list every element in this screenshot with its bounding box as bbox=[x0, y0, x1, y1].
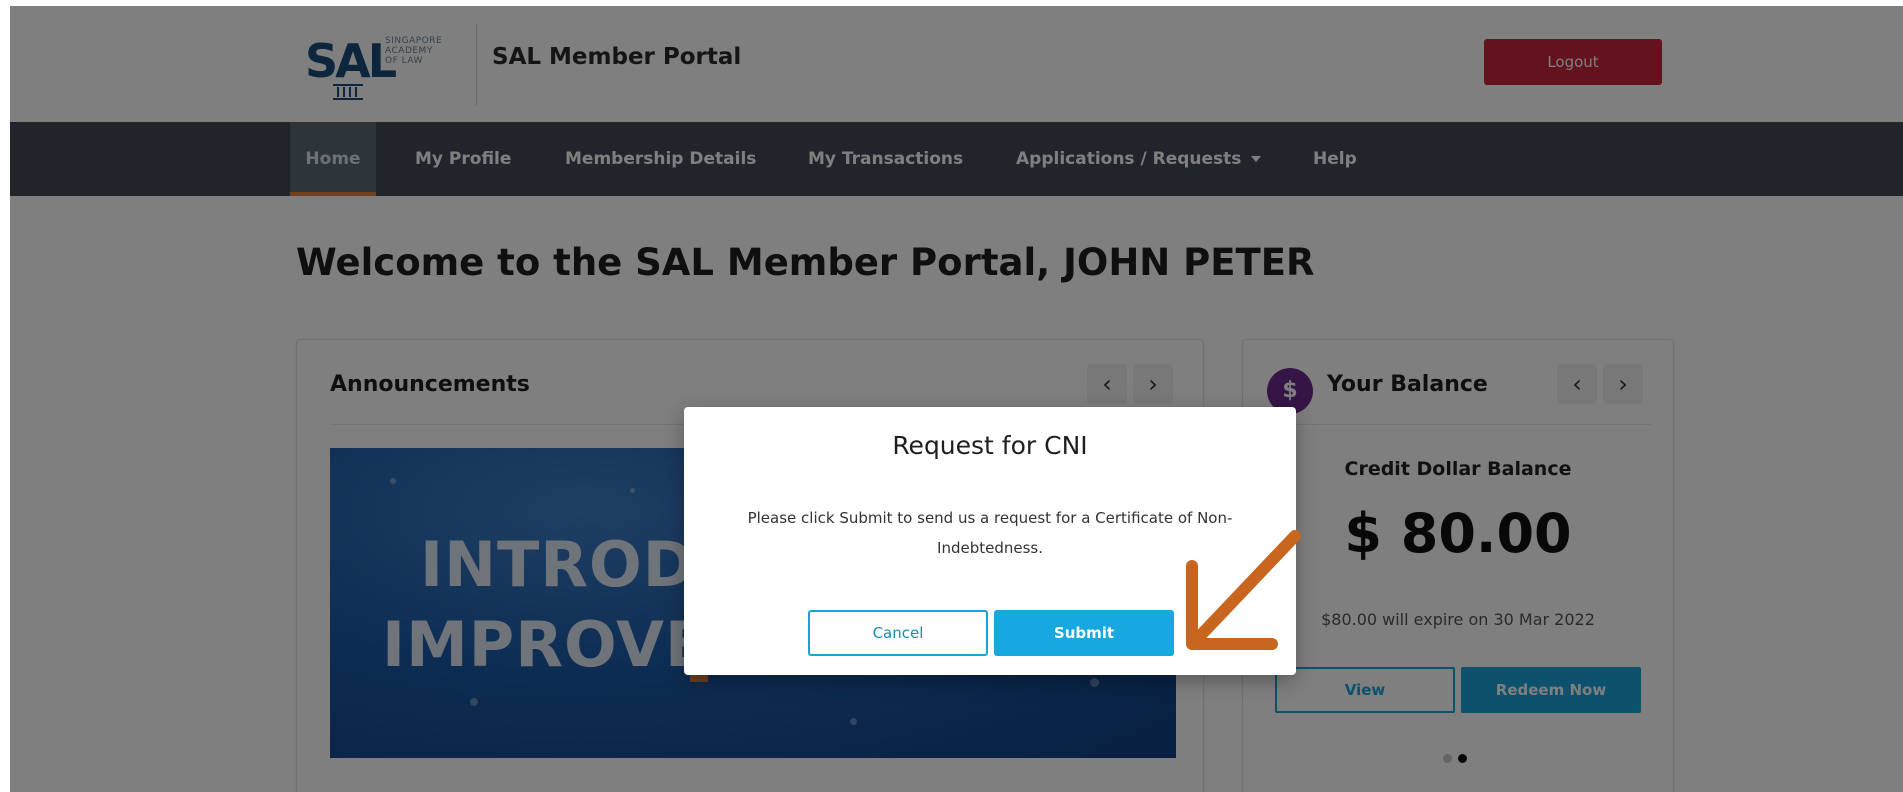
submit-button[interactable]: Submit bbox=[994, 610, 1174, 656]
annotation-arrow-icon bbox=[1186, 530, 1301, 650]
cancel-button[interactable]: Cancel bbox=[808, 610, 988, 656]
dialog-title: Request for CNI bbox=[892, 431, 1088, 460]
page: SAL SINGAPORE ACADEMY OF LAW SAL Member … bbox=[10, 6, 1903, 792]
